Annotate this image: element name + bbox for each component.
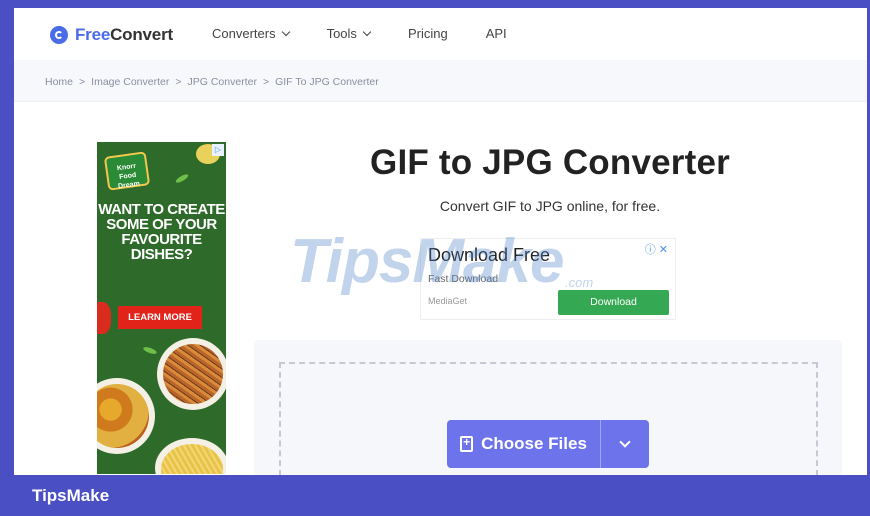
side-advertisement[interactable]: ▷ Knorr Food Dream WANT TO CREATE SOME O…: [97, 142, 226, 474]
pepper-image: [97, 302, 111, 334]
logo-icon: [50, 26, 68, 44]
nav-pricing[interactable]: Pricing: [408, 26, 448, 41]
frame-left: [0, 0, 14, 516]
noodle-dish-image: [157, 338, 226, 410]
choose-files-button-group: Choose Files: [447, 420, 649, 468]
page-subtitle: Convert GIF to JPG online, for free.: [439, 198, 661, 214]
chevron-down-icon: [281, 27, 290, 36]
breadcrumb-home[interactable]: Home: [45, 76, 73, 88]
freeconvert-logo[interactable]: FreeConvert: [50, 25, 173, 45]
top-navbar: FreeConvert Converters Tools Pricing API: [14, 8, 867, 60]
ad-choices-close-icon[interactable]: ⓘ✕: [645, 241, 671, 257]
herb-leaf-image: [174, 172, 190, 185]
rice-dish-image: [155, 438, 226, 474]
choose-source-dropdown[interactable]: [601, 420, 649, 468]
breadcrumb-separator: >: [79, 76, 86, 88]
nav-tools[interactable]: Tools: [327, 26, 372, 41]
watermark: TipsMake: [290, 227, 564, 296]
add-file-icon: [460, 435, 474, 452]
breadcrumb-bar: Home > Image Converter > JPG Converter >…: [14, 60, 867, 102]
footer-brand: TipsMake: [32, 486, 110, 505]
knorr-brand-logo: Knorr Food Dream: [103, 151, 151, 191]
breadcrumb-separator: >: [175, 76, 182, 88]
breadcrumb-image-converter[interactable]: Image Converter: [91, 76, 169, 88]
breadcrumb-jpg-converter[interactable]: JPG Converter: [188, 76, 257, 88]
herb-leaf-image: [142, 345, 158, 356]
main-nav: Converters Tools Pricing API: [212, 26, 507, 41]
nav-api[interactable]: API: [486, 26, 507, 41]
brand-footer-bar: TipsMake: [0, 475, 870, 516]
ad-host: MediaGet: [428, 296, 468, 306]
breadcrumb-current: GIF To JPG Converter: [275, 76, 379, 88]
page-title: GIF to JPG Converter: [370, 143, 730, 182]
choose-files-button[interactable]: Choose Files: [447, 420, 600, 468]
chevron-down-icon: [619, 436, 631, 448]
choose-files-label: Choose Files: [481, 434, 587, 453]
chevron-down-icon: [362, 27, 372, 36]
ad-headline: WANT TO CREATE SOME OF YOUR FAVOURITE DI…: [98, 201, 225, 263]
breadcrumb: Home > Image Converter > JPG Converter >…: [45, 76, 379, 88]
nav-converters[interactable]: Converters: [212, 26, 290, 41]
watermark-domain: .com: [565, 275, 594, 290]
logo-text: FreeConvert: [75, 25, 173, 44]
curry-dish-image: [97, 378, 155, 454]
frame-top: [0, 0, 870, 8]
ad-info-icon[interactable]: ▷: [212, 144, 224, 156]
breadcrumb-separator: >: [262, 76, 270, 88]
ad-download-button[interactable]: Download: [558, 290, 669, 315]
learn-more-button[interactable]: LEARN MORE: [118, 306, 202, 329]
